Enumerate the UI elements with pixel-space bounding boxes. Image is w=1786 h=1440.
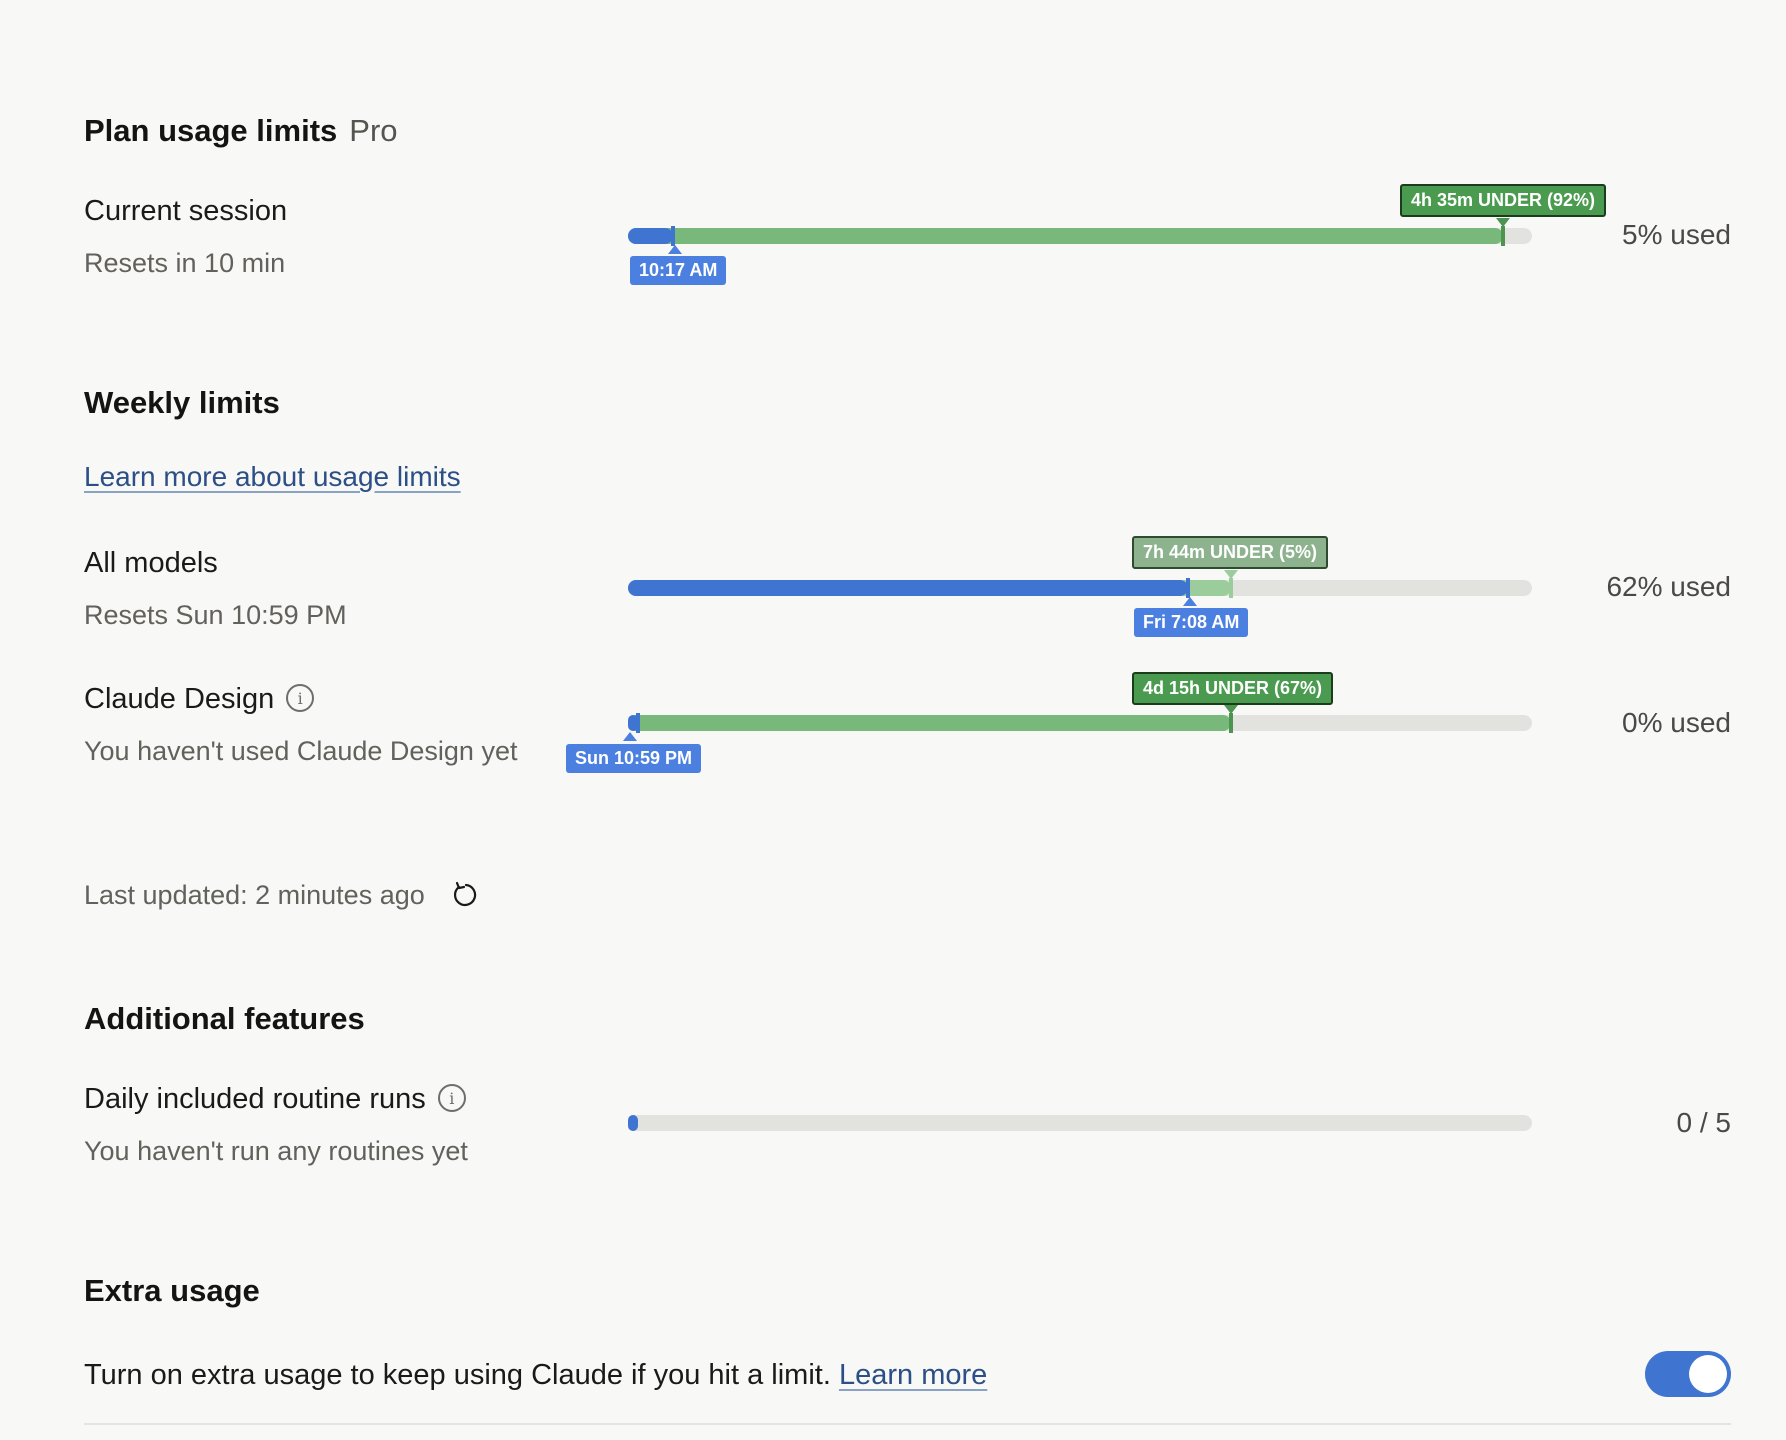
claude-design-used-percent: 0% used — [1622, 707, 1731, 738]
all-models-used-percent: 62% used — [1606, 571, 1731, 602]
all-models-time-pointer — [1183, 597, 1197, 606]
plan-usage-heading: Plan usage limits Pro — [84, 113, 398, 149]
claude-design-title: Claude Design — [84, 683, 275, 715]
usage-settings-page: Plan usage limits Pro Current session Res… — [0, 0, 1786, 1440]
learn-more-usage-link[interactable]: Learn more about usage limits — [84, 461, 461, 493]
all-models-pace-tag: 7h 44m UNDER (5%) — [1132, 536, 1329, 569]
claude-design-time-pointer — [623, 732, 637, 741]
claude-design-time-tag: Sun 10:59 PM — [566, 744, 702, 773]
info-icon[interactable]: i — [437, 1084, 466, 1113]
all-models-time-tag: Fri 7:08 AM — [1134, 608, 1249, 637]
routine-runs-note: You haven't run any routines yet — [84, 1136, 468, 1166]
all-models-used-marker — [1186, 578, 1191, 598]
session-pace-fill — [628, 228, 1504, 244]
claude-design-pace-pointer — [1224, 705, 1238, 714]
routine-runs-bar — [628, 1115, 1532, 1131]
current-session-bar — [628, 226, 1532, 246]
all-models-reset: Resets Sun 10:59 PM — [84, 600, 347, 630]
plan-badge: Pro — [349, 113, 398, 148]
all-models-pace-pointer — [1224, 570, 1238, 579]
claude-design-bar — [628, 713, 1532, 733]
session-used-marker — [671, 226, 676, 246]
routine-runs-label: Daily included routine runs i — [84, 1083, 466, 1116]
divider — [84, 1423, 1731, 1425]
session-pace-marker — [1501, 226, 1506, 246]
plan-usage-title: Plan usage limits — [84, 113, 338, 148]
claude-design-label: Claude Design i — [84, 683, 315, 716]
claude-design-note: You haven't used Claude Design yet — [84, 736, 518, 766]
info-icon[interactable]: i — [286, 684, 315, 713]
all-models-bar — [628, 578, 1532, 598]
weekly-limits-heading: Weekly limits — [84, 385, 280, 420]
toggle-knob — [1689, 1355, 1727, 1393]
all-models-used-fill — [628, 580, 1189, 596]
additional-features-heading: Additional features — [84, 1001, 365, 1036]
routine-runs-title: Daily included routine runs — [84, 1083, 426, 1115]
extra-usage-learn-more-link[interactable]: Learn more — [839, 1359, 987, 1391]
refresh-icon[interactable] — [452, 881, 480, 909]
extra-usage-description: Turn on extra usage to keep using Claude… — [84, 1359, 987, 1392]
session-pace-tag: 4h 35m UNDER (92%) — [1400, 184, 1607, 217]
claude-design-pace-fill — [628, 715, 1231, 731]
claude-design-pace-tag: 4d 15h UNDER (67%) — [1132, 672, 1334, 705]
claude-design-used-marker — [636, 713, 640, 733]
session-time-pointer — [668, 245, 682, 254]
current-session-reset: Resets in 10 min — [84, 248, 286, 278]
session-time-tag: 10:17 AM — [630, 256, 727, 285]
last-updated-text: Last updated: 2 minutes ago — [84, 880, 425, 910]
all-models-label: All models — [84, 547, 218, 579]
routine-runs-count: 0 / 5 — [1676, 1107, 1731, 1138]
extra-usage-text: Turn on extra usage to keep using Claude… — [84, 1359, 831, 1391]
session-pace-pointer — [1496, 218, 1510, 227]
session-used-percent: 5% used — [1622, 219, 1731, 250]
current-session-label: Current session — [84, 195, 288, 227]
all-models-pace-marker — [1228, 578, 1233, 598]
routine-runs-used-fill — [628, 1115, 638, 1131]
extra-usage-heading: Extra usage — [84, 1273, 260, 1308]
claude-design-pace-marker — [1228, 713, 1233, 733]
session-used-fill — [628, 228, 674, 244]
extra-usage-toggle[interactable] — [1645, 1351, 1731, 1397]
